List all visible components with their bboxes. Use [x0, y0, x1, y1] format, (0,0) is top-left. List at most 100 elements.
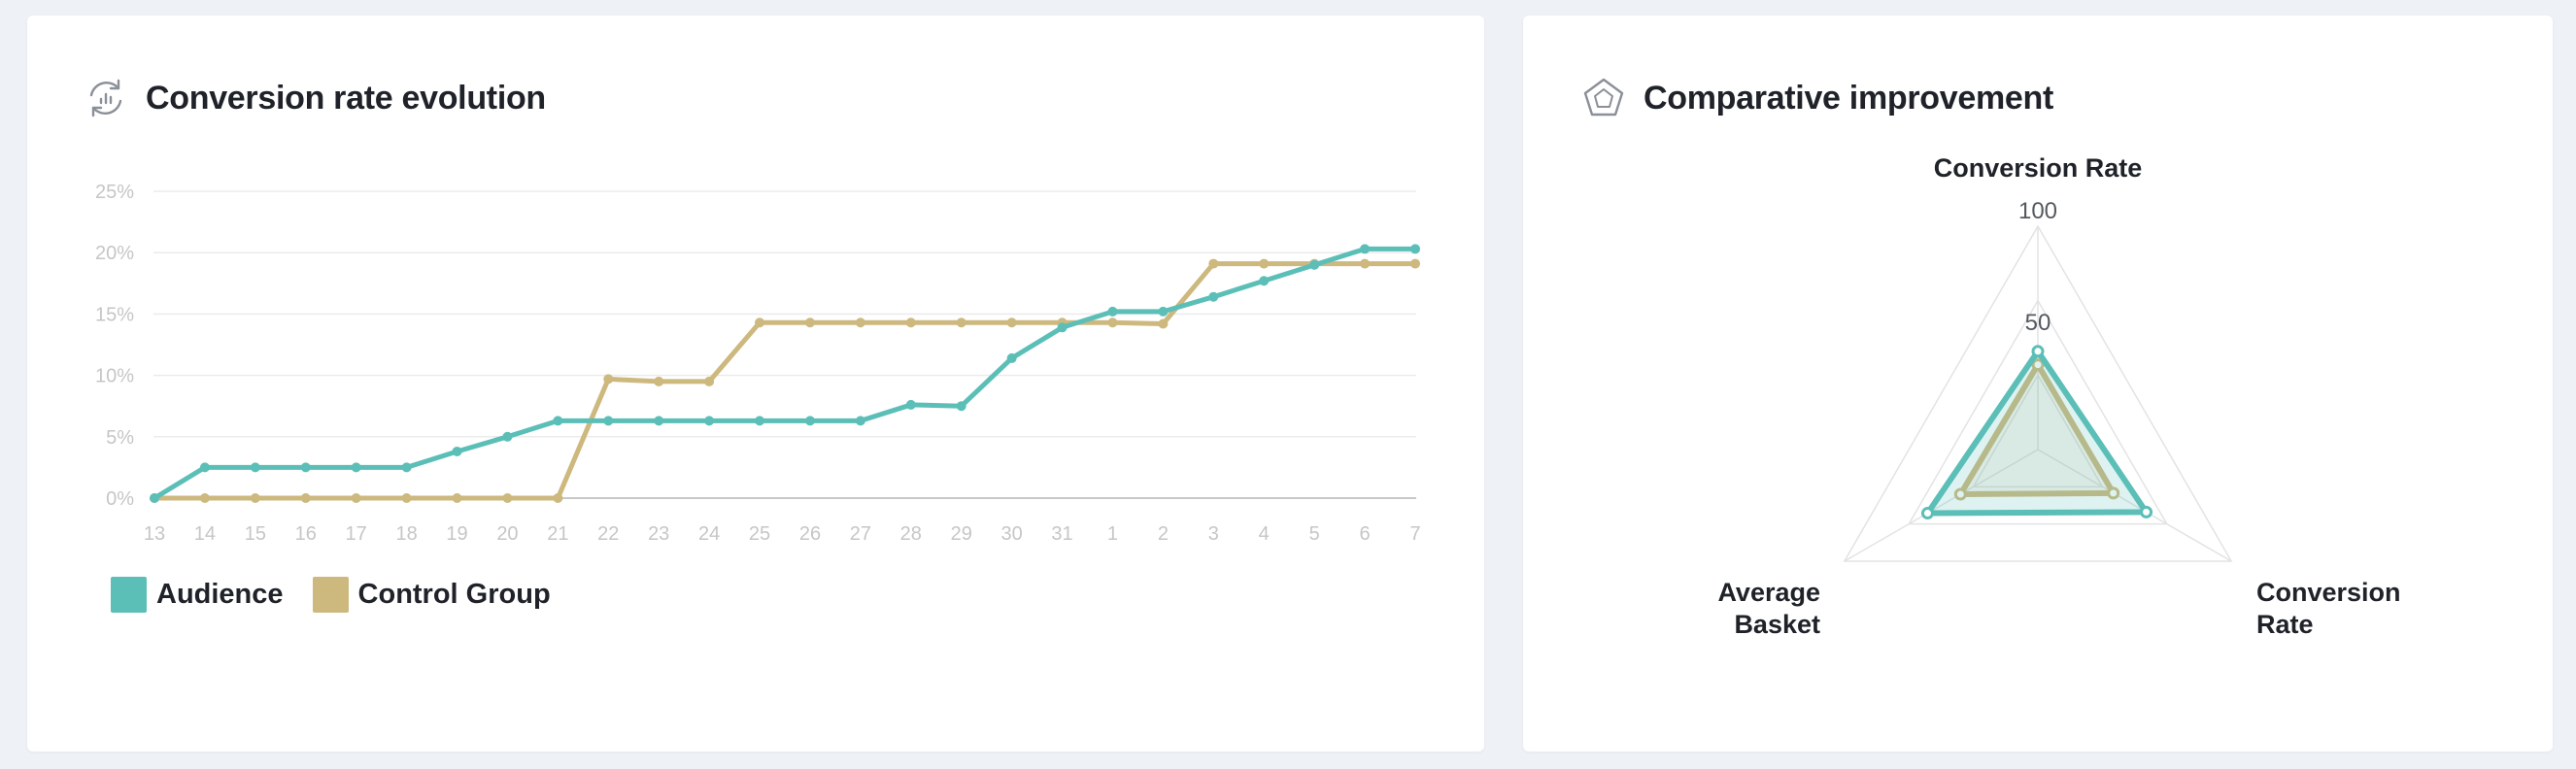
data-point-audience [855, 416, 865, 426]
data-point-audience [804, 416, 815, 426]
data-point-control-group [1360, 258, 1371, 269]
data-point-audience [199, 462, 210, 473]
conversion-rate-card: Conversion rate evolution 0% 5% 10% 15% 20% 2… [27, 16, 1484, 752]
legend-label-control-group: Control Group [357, 579, 551, 610]
x-tick-label: 27 [850, 523, 871, 545]
data-point-control-group [351, 493, 361, 503]
x-tick-label: 2 [1158, 523, 1169, 545]
x-tick-label: 5 [1309, 523, 1320, 545]
data-point-audience [704, 416, 715, 426]
radar-axis-label-line: Basket [1734, 610, 1820, 639]
data-point-audience [401, 462, 412, 473]
data-point-control-group [855, 318, 865, 328]
x-tick-label: 17 [346, 523, 367, 545]
x-tick-label: 23 [648, 523, 669, 545]
data-point-control-group [300, 493, 311, 503]
radar-tick-label: 50 [2025, 310, 2051, 336]
data-point-control-group [1410, 258, 1420, 269]
x-tick-label: 31 [1051, 523, 1072, 545]
data-point-audience [1158, 306, 1169, 317]
x-tick-label: 25 [749, 523, 770, 545]
series-line-audience [152, 246, 1418, 501]
series-line-control-group [152, 261, 1418, 501]
y-tick-label: 20% [95, 243, 134, 264]
data-point-audience [452, 446, 462, 456]
legend-item-control-group[interactable]: Control Group [312, 577, 551, 613]
data-point-control-group [654, 376, 664, 386]
data-point-audience [150, 493, 159, 503]
y-tick-label: 25% [95, 182, 134, 203]
data-point-control-group [553, 493, 563, 503]
data-point-audience [1309, 259, 1320, 270]
radar-axis-label-line: Conversion Rate [1934, 153, 2143, 183]
data-point-control-group [199, 493, 210, 503]
data-point-control-group [250, 493, 260, 503]
data-point-audience [1006, 352, 1017, 363]
chart-legend: Audience Control Group [111, 577, 580, 613]
radar-axis-label: Conversion Rate [2256, 578, 2401, 639]
y-tick-label: 5% [106, 427, 134, 449]
radar-axis-label-line: Average [1717, 578, 1820, 607]
data-point-audience [603, 416, 614, 426]
data-point-audience [1360, 244, 1371, 254]
data-point-audience [502, 431, 513, 442]
x-tick-label: 21 [547, 523, 568, 545]
data-point-audience [956, 401, 966, 412]
radar-axis-label: Conversion Rate [1934, 153, 2143, 183]
radar-tick-label: 100 [2018, 198, 2057, 224]
radar-axis-label: Average Basket [1717, 578, 1820, 639]
y-tick-label: 0% [106, 488, 134, 510]
data-point-audience [1107, 306, 1118, 317]
data-point-audience [1410, 244, 1420, 254]
data-point-control-group [905, 318, 916, 328]
data-point-audience [351, 462, 361, 473]
data-point-control-group [956, 318, 966, 328]
data-point-audience [250, 462, 260, 473]
data-point-audience [300, 462, 311, 473]
x-tick-label: 28 [900, 523, 922, 545]
y-tick-label: 15% [95, 304, 134, 325]
data-point-control-group [1208, 258, 1219, 269]
data-point-control-group [804, 318, 815, 328]
x-tick-label: 19 [446, 523, 467, 545]
radar-point-audience [1920, 507, 1934, 520]
data-point-control-group [401, 493, 412, 503]
x-tick-label: 26 [799, 523, 821, 545]
x-tick-label: 6 [1360, 523, 1371, 545]
x-tick-label: 7 [1409, 523, 1420, 545]
data-point-audience [1057, 322, 1068, 333]
x-tick-label: 1 [1107, 523, 1118, 545]
y-tick-label: 10% [95, 366, 134, 387]
data-point-control-group [1006, 318, 1017, 328]
x-tick-label: 14 [194, 523, 216, 545]
x-tick-label: 4 [1259, 523, 1270, 545]
line-chart: 0%5%10%15%20%25%13 14 15 16 17 18 19 20 21 22 23 24… [95, 182, 1421, 545]
legend-swatch-audience [111, 577, 147, 613]
x-tick-label: 13 [144, 523, 165, 545]
radar-chart: 50100Conversion RateConversion RateAverag… [1717, 153, 2401, 639]
radar-point-audience [2031, 345, 2045, 358]
legend-item-audience[interactable]: Audience [111, 577, 284, 613]
data-point-control-group [452, 493, 462, 503]
legend-swatch-control-group [312, 577, 349, 613]
x-tick-label: 24 [698, 523, 720, 545]
radar-point-audience [2140, 505, 2153, 518]
radar-axis-label-line: Rate [2256, 610, 2314, 639]
data-point-control-group [704, 376, 715, 386]
legend-label-audience: Audience [156, 579, 284, 610]
radar-axis-label-line: Conversion [2256, 578, 2401, 607]
data-point-audience [1259, 276, 1270, 286]
data-point-control-group [502, 493, 513, 503]
data-point-control-group [603, 374, 614, 384]
data-point-audience [905, 399, 916, 410]
data-point-control-group [1158, 318, 1169, 329]
x-tick-label: 20 [496, 523, 518, 545]
comparative-improvement-card: Comparative improvement 50 100 Conversion … [1523, 16, 2553, 752]
x-tick-label: 30 [1001, 523, 1023, 545]
data-point-control-group [1107, 318, 1118, 328]
data-point-audience [654, 416, 664, 426]
x-tick-label: 18 [395, 523, 417, 545]
data-point-audience [1208, 291, 1219, 302]
x-tick-label: 15 [245, 523, 266, 545]
x-tick-label: 3 [1208, 523, 1219, 545]
